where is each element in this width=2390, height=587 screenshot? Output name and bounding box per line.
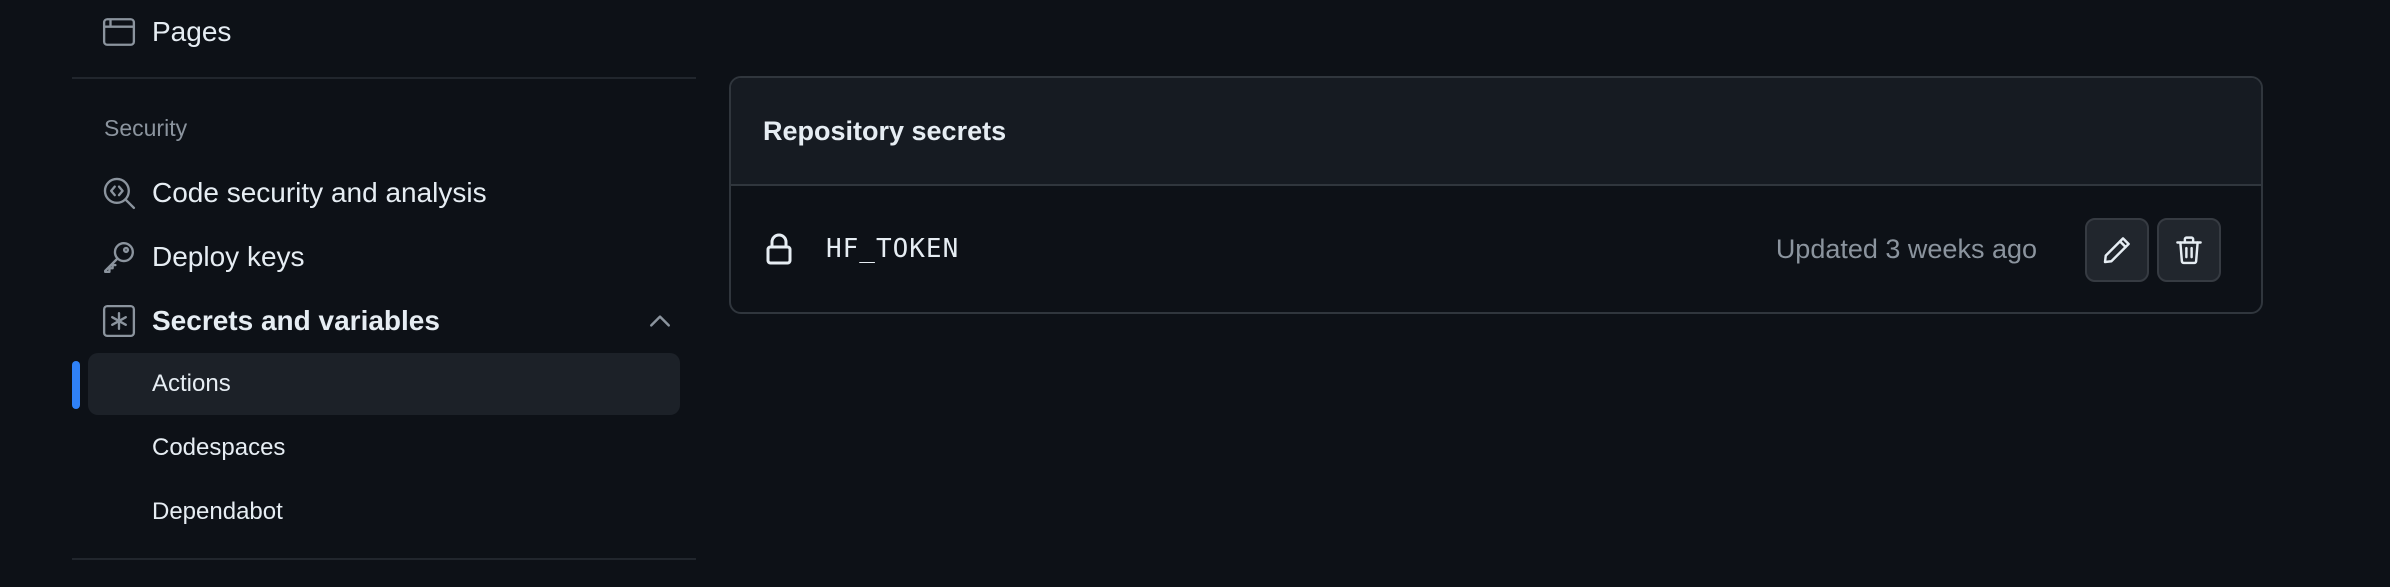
lock-icon [766, 233, 792, 265]
sidebar-item-secrets-and-variables[interactable]: Secrets and variables [72, 291, 696, 351]
sidebar-item-label: Codespaces [152, 434, 286, 461]
edit-secret-button[interactable] [2085, 218, 2149, 282]
sidebar-item-label: Dependabot [152, 498, 283, 525]
secret-name: HF_TOKEN [826, 234, 960, 264]
secret-updated-time: Updated 3 weeks ago [1775, 234, 2037, 264]
chevron-up-icon[interactable] [646, 307, 674, 335]
sidebar-item-actions[interactable]: Actions [88, 353, 680, 415]
panel-title: Repository secrets [763, 116, 1007, 146]
sidebar-item-label: Secrets and variables [152, 305, 440, 336]
sidebar-divider [72, 77, 696, 79]
codescan-icon [102, 176, 136, 210]
sidebar-item-label: Pages [152, 16, 232, 47]
key-icon [102, 240, 136, 274]
active-indicator [72, 361, 80, 409]
settings-sidebar: Pages Security Code security and analysi… [72, 0, 696, 587]
sidebar-item-dependabot[interactable]: Dependabot [88, 481, 680, 543]
panel-header: Repository secrets [731, 78, 2261, 186]
pencil-icon [2103, 237, 2130, 264]
asterisk-icon [102, 304, 136, 338]
sidebar-item-label: Code security and analysis [152, 177, 487, 208]
sidebar-item-label: Actions [152, 370, 231, 397]
sidebar-divider [72, 558, 696, 560]
sidebar-item-pages[interactable]: Pages [72, 2, 696, 62]
repository-secrets-panel: Repository secrets HF_TOKEN Updated 3 we… [729, 76, 2263, 314]
sidebar-item-deploy-keys[interactable]: Deploy keys [72, 227, 696, 287]
settings-page: Pages Security Code security and analysi… [0, 0, 2390, 587]
delete-secret-button[interactable] [2157, 218, 2221, 282]
secret-row: HF_TOKEN Updated 3 weeks ago [731, 186, 2261, 312]
browser-icon [102, 15, 136, 49]
section-heading-security: Security [104, 115, 188, 141]
sidebar-item-codespaces[interactable]: Codespaces [88, 417, 680, 479]
sidebar-item-label: Deploy keys [152, 241, 305, 272]
trash-icon [2176, 236, 2202, 265]
sidebar-item-code-security[interactable]: Code security and analysis [72, 163, 696, 223]
